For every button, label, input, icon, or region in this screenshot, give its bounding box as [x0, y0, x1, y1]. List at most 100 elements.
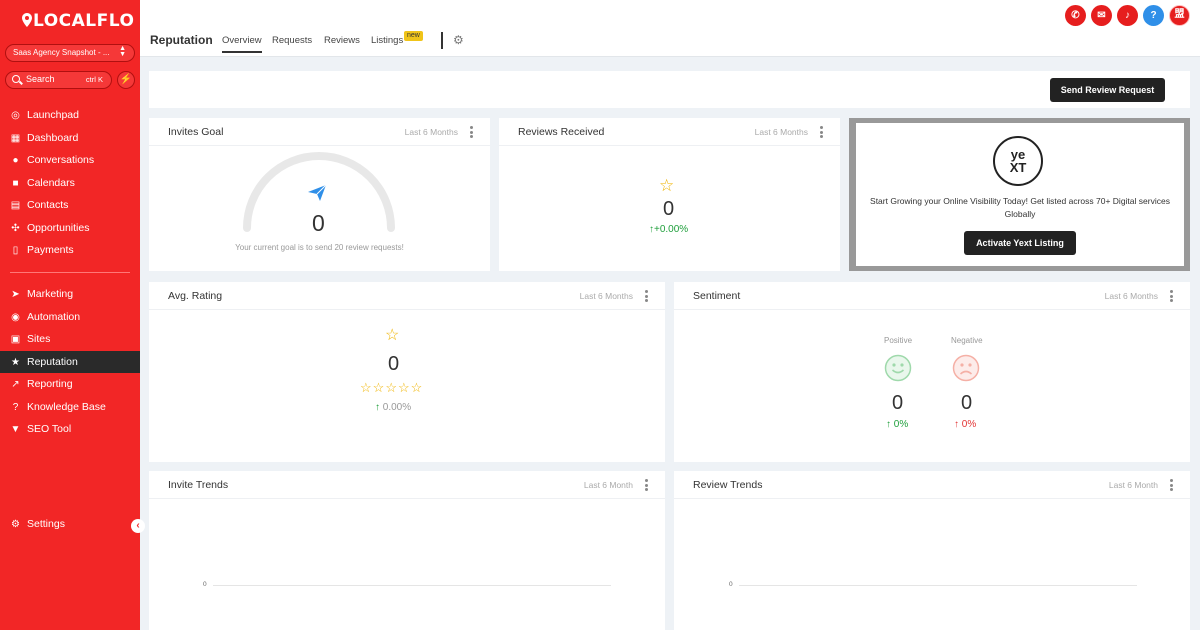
card-header: Avg. Rating Last 6 Months	[149, 282, 665, 310]
sidebar-item-reporting[interactable]: ↗ Reporting	[0, 373, 140, 396]
bolt-icon: ⚡	[119, 74, 133, 85]
card-title: Invite Trends	[168, 479, 229, 491]
sidebar-item-label: Opportunities	[27, 221, 90, 234]
phone-icon: ✆	[1071, 10, 1080, 21]
contacts-icon: ▤	[10, 200, 21, 211]
tab-requests[interactable]: Requests	[272, 35, 312, 46]
send-review-request-button[interactable]: Send Review Request	[1050, 78, 1165, 102]
sidebar-item-automation[interactable]: ◉ Automation	[0, 306, 140, 329]
sidebar-nav-bottom: ⚙ Settings	[0, 513, 140, 536]
sidebar: LOCALFLO Saas Agency Snapshot - ... ▲ ▼ S…	[0, 0, 145, 630]
star-icon: ☆	[397, 380, 410, 395]
invites-goal-value: 0	[312, 210, 325, 236]
positive-change: ↑ 0%	[886, 419, 908, 430]
sidebar-item-label: Contacts	[27, 199, 69, 211]
sidebar-item-conversations[interactable]: ● Conversations	[0, 149, 140, 172]
reviews-received-value: 0	[663, 198, 675, 220]
happy-face-icon	[884, 354, 912, 382]
location-pin-icon	[22, 13, 32, 27]
more-options-icon[interactable]	[645, 290, 648, 302]
star-icon: ☆	[410, 380, 423, 395]
y-axis-zero-label: 0	[203, 581, 207, 588]
sidebar-item-reputation[interactable]: ★ Reputation	[0, 350, 140, 373]
account-selector[interactable]: Saas Agency Snapshot - ... ▲ ▼	[5, 44, 135, 62]
sidebar-item-label: Calendars	[27, 176, 75, 189]
activate-yext-button[interactable]: Activate Yext Listing	[964, 231, 1076, 255]
card-title: Reviews Received	[518, 126, 605, 138]
search-icon	[12, 75, 20, 83]
more-options-icon[interactable]	[1170, 479, 1173, 491]
sidebar-item-marketing[interactable]: ➤ Marketing	[0, 283, 140, 306]
sidebar-nav-secondary: ➤ Marketing ◉ Automation ▣ Sites ★ Reputatio…	[0, 283, 140, 441]
megaphone-icon: ✉	[1097, 10, 1106, 21]
card-period: Last 6 Months	[404, 127, 458, 137]
negative-label: Negative	[951, 336, 983, 345]
change-value: 0%	[893, 419, 909, 430]
sidebar-item-calendars[interactable]: ■ Calendars	[0, 172, 140, 195]
announcements-button[interactable]: ✉	[1091, 5, 1112, 26]
yext-logo-bottom: XT	[1009, 160, 1027, 175]
top-bar: Reputation Overview Requests Reviews Lis…	[140, 0, 1200, 57]
card-header: Invites Goal Last 6 Months	[149, 118, 490, 146]
chat-icon: ●	[12, 155, 19, 166]
negative-value: 0	[961, 392, 973, 414]
page-title: Reputation	[150, 33, 213, 47]
brand-name: LOCALFLO	[33, 11, 135, 31]
search-button[interactable]: Search ctrl K	[5, 71, 112, 89]
sidebar-divider	[10, 272, 130, 273]
phone-button[interactable]: ✆	[1065, 5, 1086, 26]
calendar-icon: ■	[12, 177, 19, 189]
sidebar-item-label: Conversations	[27, 154, 95, 166]
star-icon: ☆	[372, 380, 385, 395]
sidebar-item-settings[interactable]: ⚙ Settings	[0, 513, 140, 536]
arrow-up-icon: ↑	[886, 419, 891, 430]
sidebar-item-label: Marketing	[27, 288, 74, 300]
avg-rating-change: ↑ 0.00%	[375, 402, 411, 413]
positive-label: Positive	[884, 336, 913, 345]
paper-plane-icon	[308, 184, 327, 201]
sidebar-item-sites[interactable]: ▣ Sites	[0, 328, 140, 351]
arrow-up-icon: ↑	[954, 419, 959, 430]
tab-overview[interactable]: Overview	[222, 35, 262, 53]
sidebar-item-dashboard[interactable]: ▦ Dashboard	[0, 127, 140, 150]
card-title: Invites Goal	[168, 126, 224, 138]
chart-baseline	[739, 585, 1137, 586]
collapse-sidebar-button[interactable]: ‹	[131, 519, 145, 533]
sidebar-item-label: Reporting	[27, 378, 73, 390]
sites-icon: ▣	[10, 334, 21, 345]
user-avatar[interactable]: 盟	[1169, 5, 1190, 26]
sidebar-item-seo-tool[interactable]: ▼ SEO Tool	[0, 418, 140, 441]
trend-icon: ↗	[11, 379, 20, 390]
sidebar-item-label: SEO Tool	[27, 423, 72, 435]
avatar-initials: 盟	[1174, 9, 1185, 20]
more-options-icon[interactable]	[820, 126, 823, 138]
search-label: Search	[26, 74, 55, 84]
positive-value: 0	[892, 392, 904, 414]
card-period: Last 6 Months	[579, 291, 633, 301]
card-period: Last 6 Months	[754, 127, 808, 137]
sidebar-item-launchpad[interactable]: ◎ Launchpad	[0, 104, 140, 127]
sidebar-item-opportunities[interactable]: ✣ Opportunities	[0, 217, 140, 240]
tab-listings[interactable]: Listings	[371, 35, 403, 46]
quick-actions-button[interactable]: ⚡	[117, 71, 135, 89]
settings-gear-icon[interactable]: ⚙	[453, 34, 465, 46]
sidebar-item-knowledge-base[interactable]: ? Knowledge Base	[0, 396, 140, 419]
sidebar-item-label: Dashboard	[27, 131, 79, 144]
yext-promo-text: Start Growing your Online Visibility Tod…	[870, 196, 1170, 219]
more-options-icon[interactable]	[470, 126, 473, 138]
change-value: 0%	[961, 419, 977, 430]
sidebar-nav-primary: ◎ Launchpad ▦ Dashboard ● Conversations ■ Ca…	[0, 104, 140, 262]
sidebar-item-contacts[interactable]: ▤ Contacts	[0, 194, 140, 217]
notifications-button[interactable]: ♪	[1117, 5, 1138, 26]
brand-logo[interactable]: LOCALFLO	[22, 11, 134, 31]
tab-reviews[interactable]: Reviews	[324, 35, 360, 46]
chart-baseline	[213, 585, 611, 586]
sidebar-item-label: Reputation	[27, 355, 78, 368]
more-options-icon[interactable]	[1170, 290, 1173, 302]
sidebar-item-label: Sites	[27, 333, 51, 345]
sidebar-item-payments[interactable]: ▯ Payments	[0, 239, 140, 262]
tab-divider	[441, 32, 443, 49]
help-button[interactable]: ?	[1143, 5, 1164, 26]
more-options-icon[interactable]	[645, 479, 648, 491]
reviews-received-change: ↑+0.00%	[649, 224, 688, 235]
